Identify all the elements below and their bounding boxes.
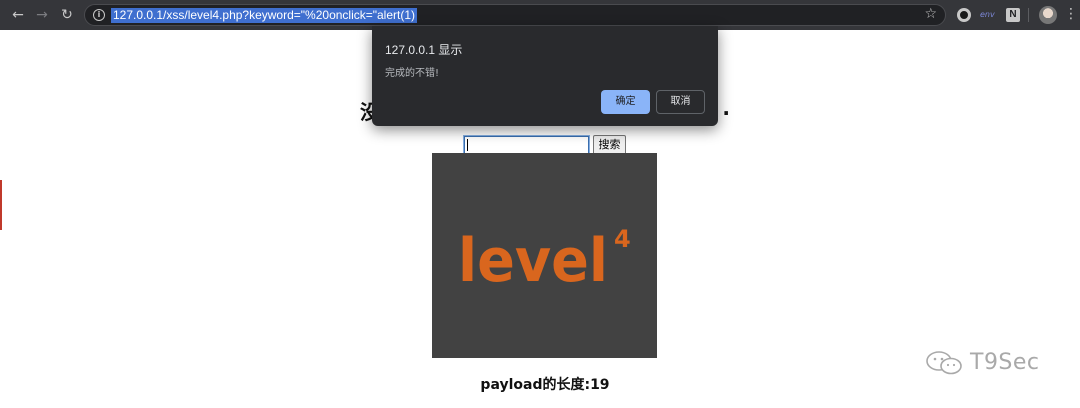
logo-number: 4 [614,225,631,253]
script-extension-icon[interactable]: env [980,9,995,23]
search-button[interactable]: 搜索 [593,135,626,155]
star-icon[interactable]: ☆ [924,6,937,22]
url-text[interactable]: 127.0.0.1/xss/level4.php?keyword="%20onc… [111,8,418,23]
watermark-text: T9Sec [970,350,1040,375]
profile-avatar[interactable] [1039,6,1057,24]
alert-ok-button[interactable]: 确定 [601,90,650,114]
payload-length-text: payload的长度:19 [480,377,610,393]
alert-dialog: 127.0.0.1 显示 完成的不错! 确定 取消 [372,26,718,126]
watermark: T9Sec [924,347,1054,379]
forward-icon[interactable]: → [33,6,51,24]
circle-extension-icon[interactable] [957,8,971,22]
kebab-menu-icon[interactable]: ⋮ [1064,5,1078,23]
back-icon[interactable]: ← [9,6,27,24]
text-caret [467,139,468,151]
search-input[interactable] [463,135,590,155]
logo-word: level [458,226,608,295]
wechat-icon [926,351,962,375]
reload-icon[interactable]: ↻ [58,6,76,24]
window-edge-accent [0,180,2,230]
level4-image: level 4 [432,153,657,358]
info-icon[interactable]: i [93,9,105,21]
notion-extension-icon[interactable]: N [1006,8,1020,22]
level4-logo: level 4 [458,225,631,295]
alert-title: 127.0.0.1 显示 [385,43,463,57]
address-bar[interactable]: i 127.0.0.1/xss/level4.php?keyword="%20o… [84,4,946,26]
alert-message: 完成的不错! [385,68,440,79]
alert-cancel-button[interactable]: 取消 [656,90,705,114]
heading-right-text: . [722,96,730,120]
toolbar-divider [1028,8,1029,22]
